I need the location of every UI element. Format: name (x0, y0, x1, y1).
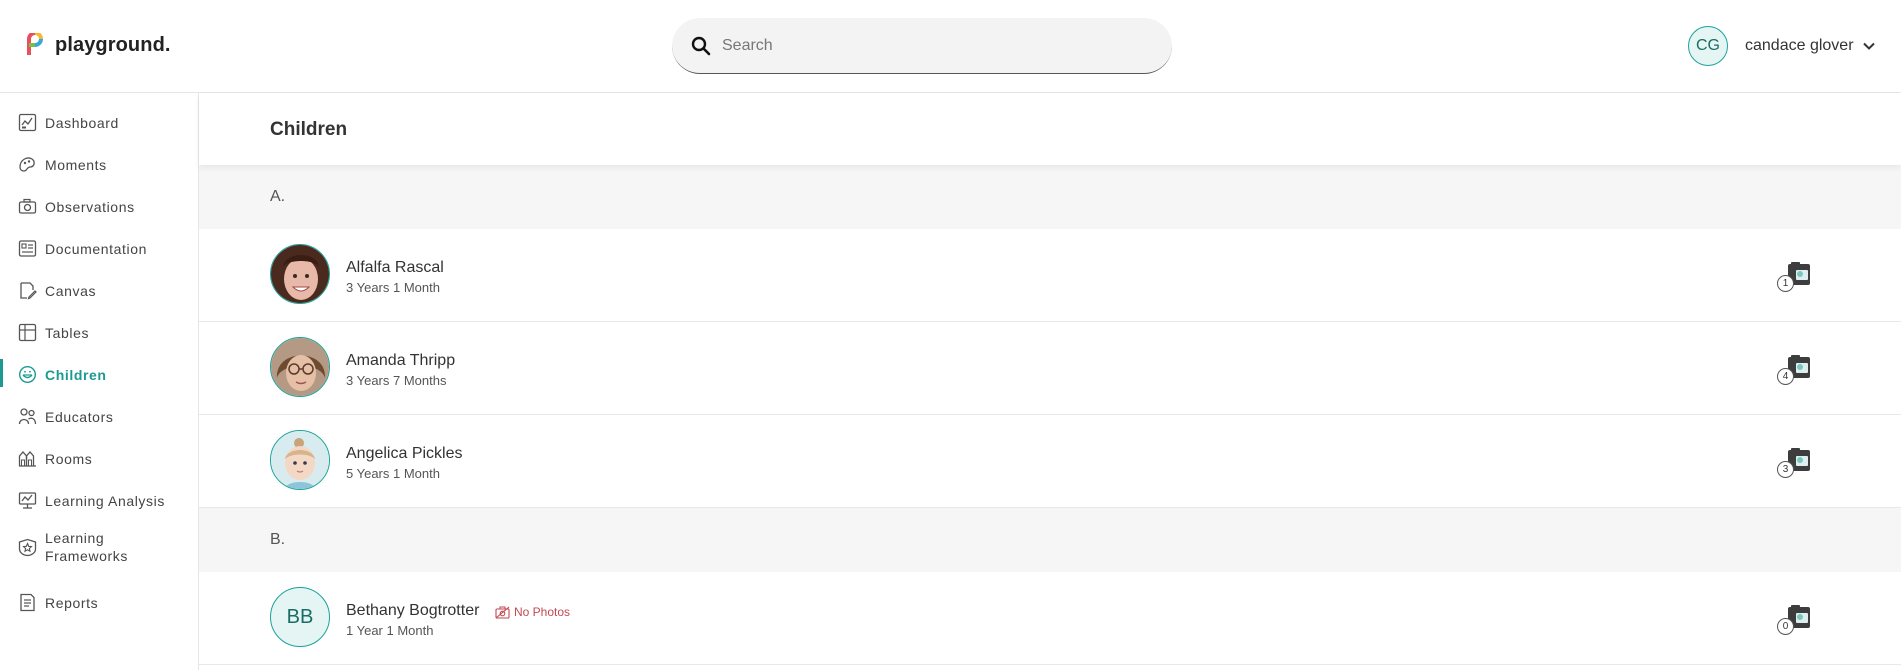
child-photo-icon (271, 431, 329, 489)
child-row[interactable]: Alfalfa Rascal 3 Years 1 Month 1 (199, 229, 1901, 322)
sidebar-item-tables[interactable]: Tables (0, 323, 198, 342)
sidebar-item-label: Learning Analysis (45, 492, 165, 509)
child-name[interactable]: Amanda Thripp (346, 352, 455, 370)
sidebar-item-label: Learning Frameworks (45, 530, 129, 564)
child-avatar[interactable] (270, 244, 330, 304)
sidebar-item-rooms[interactable]: Rooms (0, 449, 198, 468)
dashboard-icon (18, 113, 37, 132)
user-menu[interactable]: CG candace glover (1688, 26, 1876, 66)
sidebar-item-educators[interactable]: Educators (0, 407, 198, 426)
section-header-b: B. (199, 508, 1901, 572)
app-name: playground. (55, 33, 171, 56)
chevron-down-icon[interactable] (1862, 39, 1876, 53)
analysis-icon (18, 492, 37, 509)
child-avatar[interactable] (270, 430, 330, 490)
photo-count[interactable]: 3 (1777, 447, 1817, 479)
sidebar-item-observations[interactable]: Observations (0, 197, 198, 216)
documentation-icon (18, 240, 37, 257)
search-input[interactable] (722, 36, 1142, 55)
playground-logo-icon (27, 33, 43, 55)
child-row[interactable]: BB Bethany Bogtrotter No Photos 1 Year 1… (199, 572, 1901, 665)
user-avatar[interactable]: CG (1688, 26, 1728, 66)
sidebar-item-label: Canvas (45, 282, 97, 299)
child-photo-icon (271, 338, 329, 396)
child-avatar[interactable]: BB (270, 587, 330, 647)
sidebar-item-learning-analysis[interactable]: Learning Analysis (0, 491, 198, 510)
sidebar-item-label: Children (45, 366, 107, 383)
table-icon (18, 323, 37, 342)
main-content: Children A. Alfalfa Rascal 3 Years 1 Mon… (199, 93, 1901, 670)
page-header: Children (199, 93, 1901, 165)
moments-icon (19, 157, 35, 172)
photo-count-badge: 4 (1777, 368, 1794, 385)
sidebar-item-canvas[interactable]: Canvas (0, 281, 198, 300)
sidebar-item-moments[interactable]: Moments (0, 155, 198, 174)
sidebar-item-label: Documentation (45, 240, 147, 257)
sidebar-item-dashboard[interactable]: Dashboard (0, 113, 198, 132)
sidebar-item-label: Rooms (45, 450, 93, 467)
section-header-a: A. (199, 165, 1901, 229)
child-age: 5 Years 1 Month (346, 466, 440, 481)
child-age: 3 Years 1 Month (346, 280, 440, 295)
educators-icon (18, 408, 37, 425)
frameworks-icon (18, 538, 37, 556)
sidebar: Dashboard Moments Observations Documenta… (0, 93, 199, 670)
smiley-icon (18, 365, 37, 384)
page-title: Children (270, 119, 348, 140)
search-bar[interactable] (672, 18, 1172, 74)
sidebar-item-learning-frameworks[interactable]: Learning Frameworks (0, 529, 198, 565)
camera-icon (18, 198, 37, 214)
sidebar-item-label: Moments (45, 156, 107, 173)
child-row[interactable]: Amanda Thripp 3 Years 7 Months 4 (199, 322, 1901, 415)
no-photos-badge: No Photos (495, 605, 570, 619)
no-camera-icon (495, 606, 510, 619)
child-age: 1 Year 1 Month (346, 623, 434, 638)
sidebar-item-label: Observations (45, 198, 135, 215)
child-age: 3 Years 7 Months (346, 373, 447, 388)
sidebar-item-label: Dashboard (45, 114, 119, 131)
sidebar-item-documentation[interactable]: Documentation (0, 239, 198, 258)
child-photo-icon (271, 245, 329, 303)
top-bar: playground. CG candace glover (0, 0, 1901, 93)
child-name[interactable]: Angelica Pickles (346, 445, 463, 463)
no-photos-label: No Photos (514, 605, 571, 619)
sidebar-item-label: Educators (45, 408, 114, 425)
canvas-icon (20, 282, 37, 300)
child-row[interactable]: Angelica Pickles 5 Years 1 Month 3 (199, 415, 1901, 508)
child-avatar[interactable] (270, 337, 330, 397)
photo-count-badge: 3 (1777, 461, 1794, 478)
photo-count[interactable]: 0 (1777, 604, 1817, 636)
sidebar-item-label: Tables (45, 324, 90, 341)
photo-count[interactable]: 4 (1777, 354, 1817, 386)
photo-count-badge: 0 (1777, 618, 1794, 635)
photo-count[interactable]: 1 (1777, 261, 1817, 293)
rooms-icon (18, 451, 36, 467)
reports-icon (20, 593, 35, 612)
user-name[interactable]: candace glover (1745, 37, 1854, 55)
app-logo[interactable]: playground. (25, 33, 171, 57)
child-name[interactable]: Alfalfa Rascal (346, 259, 444, 277)
sidebar-item-reports[interactable]: Reports (0, 593, 198, 612)
sidebar-item-label: Reports (45, 594, 99, 611)
search-icon (691, 36, 711, 55)
sidebar-item-children[interactable]: Children (0, 359, 198, 387)
photo-count-badge: 1 (1777, 275, 1794, 292)
child-name[interactable]: Bethany Bogtrotter (346, 602, 479, 620)
